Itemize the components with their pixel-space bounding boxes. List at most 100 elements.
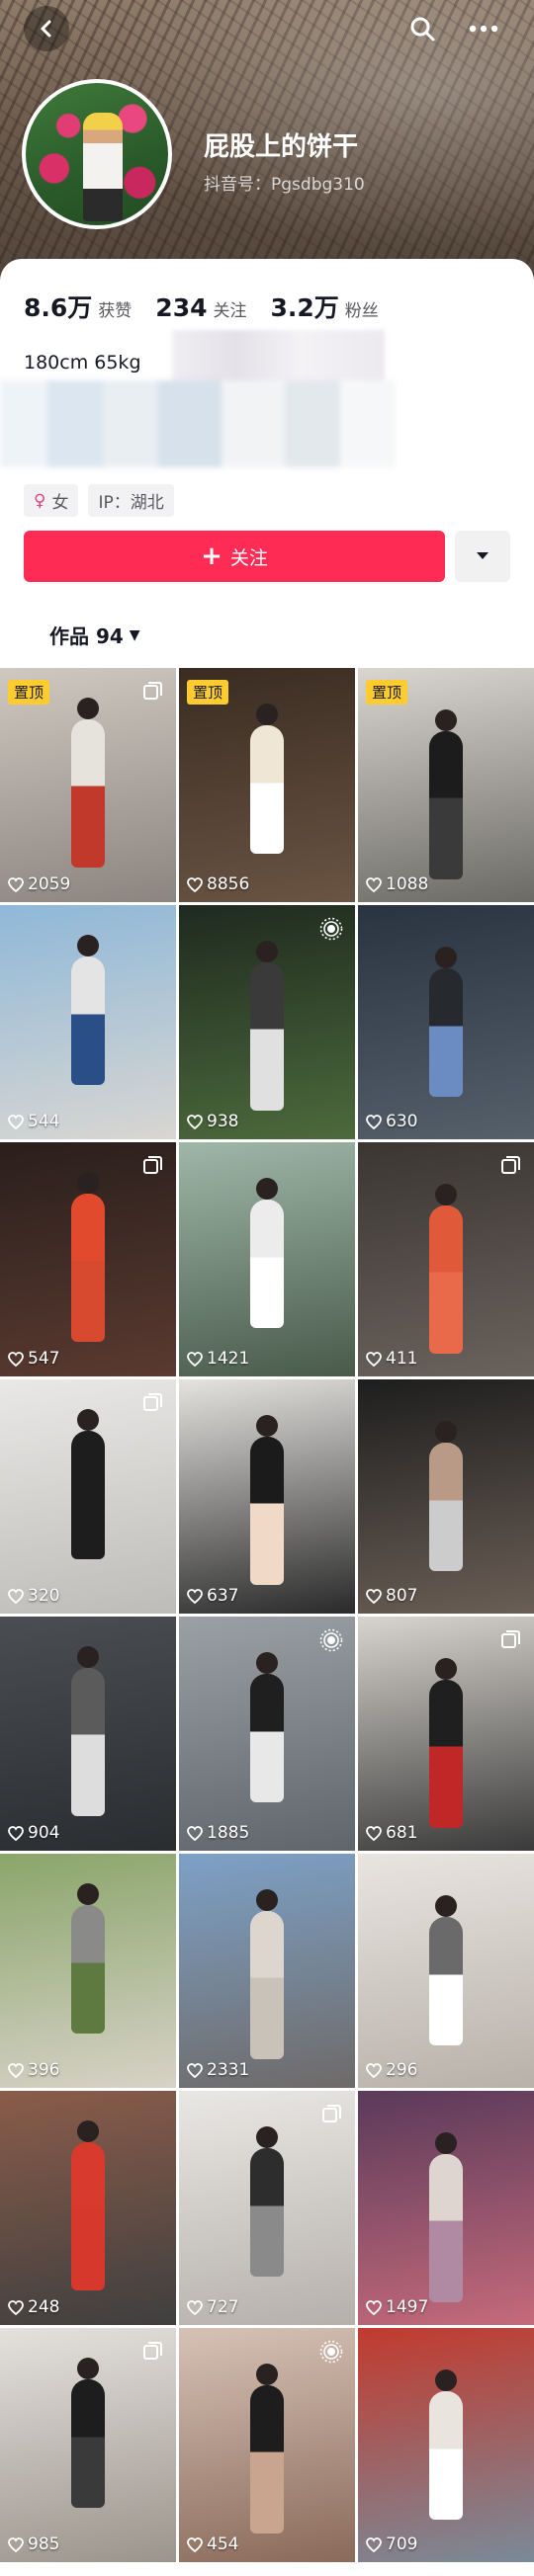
video-tile[interactable]: 904 bbox=[0, 1617, 176, 1851]
search-icon bbox=[410, 17, 435, 42]
douyin-id[interactable]: 抖音号：Pgsdbg310 bbox=[204, 170, 365, 195]
video-tile[interactable]: 置顶 8856 bbox=[179, 668, 355, 902]
video-tile[interactable]: 547 bbox=[0, 1142, 176, 1376]
back-button[interactable] bbox=[24, 6, 69, 51]
like-count-value: 681 bbox=[386, 1823, 418, 1843]
video-tile[interactable]: 681 bbox=[358, 1617, 534, 1851]
tile-thumbnail-figure bbox=[429, 731, 463, 879]
heart-icon bbox=[366, 2062, 382, 2078]
video-tile[interactable]: 807 bbox=[358, 1379, 534, 1614]
tile-thumbnail-figure bbox=[429, 2154, 463, 2302]
tile-thumbnail-figure bbox=[71, 719, 105, 868]
multi-image-icon bbox=[143, 1393, 162, 1411]
search-button[interactable] bbox=[400, 6, 445, 51]
video-tile[interactable]: 544 bbox=[0, 905, 176, 1139]
tile-thumbnail-figure bbox=[71, 1905, 105, 2034]
multi-image-icon bbox=[501, 1630, 520, 1648]
video-tile[interactable]: 248 bbox=[0, 2091, 176, 2325]
like-count-value: 985 bbox=[28, 2534, 60, 2554]
works-grid: 置顶 2059 置顶 8856 置顶 1088 544 938 630 547 1421 411 320… bbox=[0, 668, 534, 2562]
video-tile[interactable]: 727 bbox=[179, 2091, 355, 2325]
like-count-value: 637 bbox=[207, 1586, 239, 1606]
video-tile[interactable]: 454 bbox=[179, 2328, 355, 2562]
video-tile[interactable]: 置顶 1088 bbox=[358, 668, 534, 902]
tile-thumbnail-figure bbox=[250, 2385, 284, 2534]
follow-button[interactable]: + 关注 bbox=[24, 531, 445, 582]
live-photo-badge bbox=[319, 2340, 343, 2368]
heart-icon bbox=[366, 1825, 382, 1841]
like-count-value: 8856 bbox=[207, 874, 250, 894]
heart-icon bbox=[8, 2536, 24, 2552]
tile-like-count: 727 bbox=[187, 2297, 238, 2317]
tile-like-count: 454 bbox=[187, 2534, 238, 2554]
multi-image-icon bbox=[322, 2105, 341, 2122]
tile-thumbnail-figure bbox=[250, 1911, 284, 2059]
tile-thumbnail-figure bbox=[429, 1917, 463, 2045]
tile-like-count: 904 bbox=[8, 1823, 59, 1843]
tile-thumbnail-figure-head bbox=[77, 1883, 99, 1905]
tile-like-count: 630 bbox=[366, 1112, 417, 1131]
follow-label: 关注 bbox=[229, 546, 268, 569]
video-tile[interactable]: 1497 bbox=[358, 2091, 534, 2325]
heart-icon bbox=[187, 2536, 203, 2552]
like-count-value: 1497 bbox=[386, 2297, 429, 2317]
profile-bio: 180cm 65kg bbox=[24, 352, 141, 374]
video-tile[interactable]: 置顶 2059 bbox=[0, 668, 176, 902]
tile-thumbnail-figure-head bbox=[256, 704, 278, 725]
tile-thumbnail-figure-head bbox=[77, 2358, 99, 2379]
stat-label: 获赞 bbox=[98, 301, 133, 321]
live-photo-icon bbox=[319, 2340, 343, 2364]
video-tile[interactable]: 1421 bbox=[179, 1142, 355, 1376]
profile-tags: ♀ 女 IP：湖北 bbox=[24, 484, 184, 517]
tile-like-count: 938 bbox=[187, 1112, 238, 1131]
tile-like-count: 547 bbox=[8, 1349, 59, 1369]
video-tile[interactable]: 396 bbox=[0, 1854, 176, 2088]
caret-down-icon: ▼ bbox=[129, 626, 140, 643]
heart-icon bbox=[366, 2299, 382, 2315]
multi-image-badge bbox=[142, 1154, 164, 1180]
stat-number: 8.6万 bbox=[24, 293, 93, 322]
like-count-value: 547 bbox=[28, 1349, 60, 1369]
tile-thumbnail-figure-head bbox=[435, 1658, 457, 1680]
like-count-value: 1421 bbox=[207, 1349, 250, 1369]
tile-thumbnail-figure bbox=[250, 962, 284, 1111]
video-tile[interactable]: 1885 bbox=[179, 1617, 355, 1851]
video-tile[interactable]: 938 bbox=[179, 905, 355, 1139]
like-count-value: 938 bbox=[207, 1112, 239, 1131]
multi-image-badge bbox=[321, 2103, 343, 2128]
heart-icon bbox=[8, 2299, 24, 2315]
recommend-dropdown-button[interactable] bbox=[455, 531, 510, 582]
heart-icon bbox=[187, 1588, 203, 1604]
multi-image-icon bbox=[143, 1156, 162, 1174]
video-tile[interactable]: 2331 bbox=[179, 1854, 355, 2088]
more-button[interactable] bbox=[461, 6, 506, 51]
tile-thumbnail-figure bbox=[429, 2391, 463, 2520]
tile-thumbnail-figure bbox=[429, 1205, 463, 1354]
like-count-value: 904 bbox=[28, 1823, 60, 1843]
avatar[interactable] bbox=[22, 79, 172, 229]
stat-likes[interactable]: 8.6万 获赞 bbox=[24, 289, 132, 324]
tile-thumbnail-figure-head bbox=[435, 2132, 457, 2154]
tile-like-count: 2059 bbox=[8, 874, 70, 894]
stat-following[interactable]: 234 关注 bbox=[155, 293, 246, 322]
heart-icon bbox=[8, 1114, 24, 1129]
tile-thumbnail-figure-head bbox=[256, 2126, 278, 2148]
tile-thumbnail-figure-head bbox=[256, 1889, 278, 1911]
video-tile[interactable]: 320 bbox=[0, 1379, 176, 1614]
video-tile[interactable]: 411 bbox=[358, 1142, 534, 1376]
tile-thumbnail-figure-head bbox=[77, 698, 99, 719]
stat-followers[interactable]: 3.2万 粉丝 bbox=[270, 289, 378, 324]
tile-like-count: 1088 bbox=[366, 874, 428, 894]
heart-icon bbox=[8, 1825, 24, 1841]
video-tile[interactable]: 985 bbox=[0, 2328, 176, 2562]
video-tile[interactable]: 630 bbox=[358, 905, 534, 1139]
avatar-photo bbox=[83, 113, 123, 221]
tile-thumbnail-figure bbox=[250, 1674, 284, 1802]
video-tile[interactable]: 709 bbox=[358, 2328, 534, 2562]
tab-works[interactable]: 作品 94 ▼ bbox=[49, 621, 140, 649]
heart-icon bbox=[366, 1588, 382, 1604]
video-tile[interactable]: 637 bbox=[179, 1379, 355, 1614]
video-tile[interactable]: 296 bbox=[358, 1854, 534, 2088]
caret-down-icon bbox=[477, 552, 489, 559]
tab-works-label: 作品 94 bbox=[49, 624, 124, 648]
